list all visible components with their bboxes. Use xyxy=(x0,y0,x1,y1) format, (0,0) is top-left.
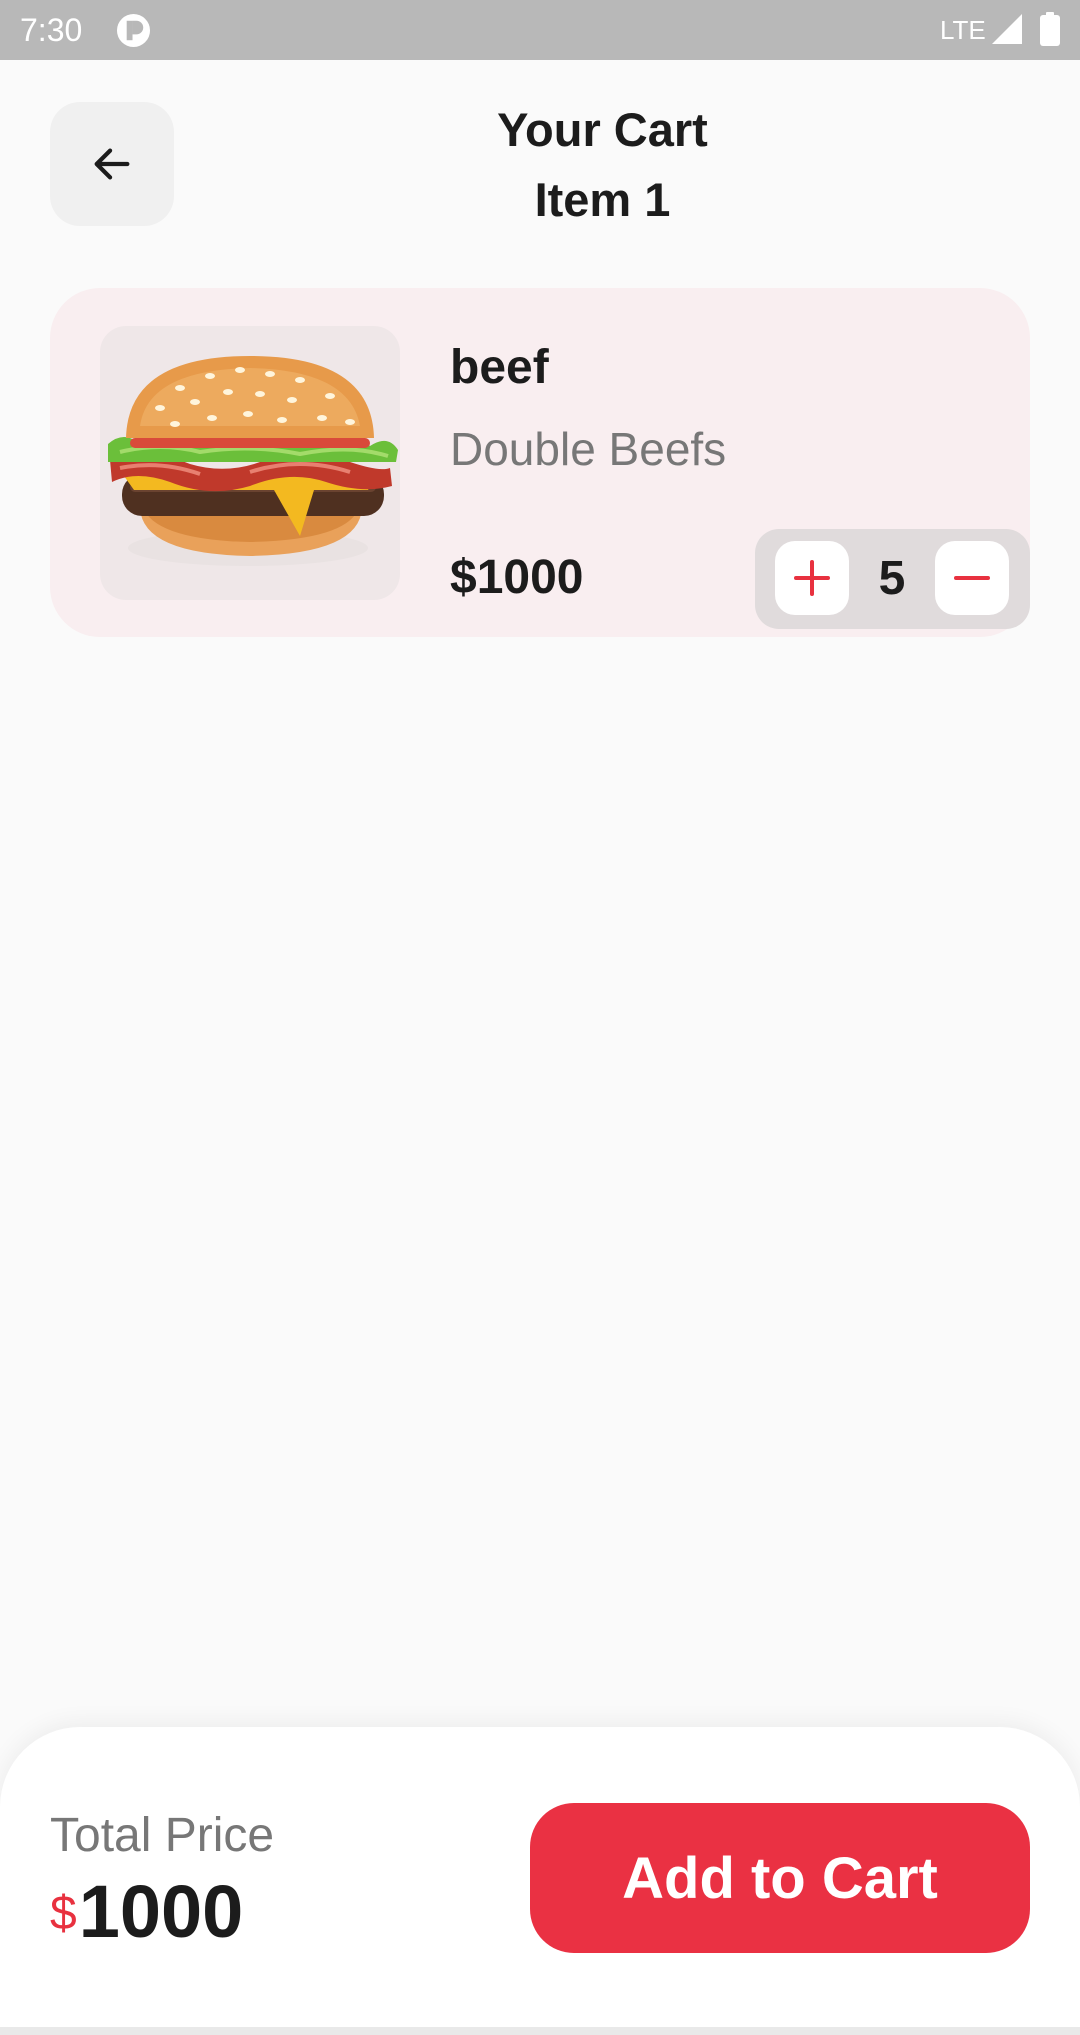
status-bar: 7:30 LTE xyxy=(0,0,1080,60)
battery-icon xyxy=(1040,12,1060,46)
status-time: 7:30 xyxy=(20,12,83,48)
total-amount: 1000 xyxy=(78,1870,244,1953)
bottom-divider xyxy=(0,2027,1080,2035)
signal-icon xyxy=(992,14,1022,44)
plus-icon xyxy=(794,560,830,596)
currency-symbol: $ xyxy=(50,1887,77,1940)
product-name: beef xyxy=(450,341,549,394)
checkout-panel: Total Price $1000 Add to Cart xyxy=(0,1727,1080,2027)
network-type: LTE xyxy=(940,15,986,45)
increase-quantity-button[interactable] xyxy=(775,541,849,615)
app-notification-icon xyxy=(116,13,151,48)
arrow-left-icon xyxy=(94,148,130,180)
page-title-main: Your Cart xyxy=(497,103,708,156)
product-image xyxy=(100,326,400,600)
back-button[interactable] xyxy=(50,102,174,226)
burger-image xyxy=(108,356,398,566)
add-to-cart-button[interactable]: Add to Cart xyxy=(530,1803,1030,1953)
decrease-quantity-button[interactable] xyxy=(935,541,1009,615)
total-price-value: $1000 xyxy=(50,1867,243,1957)
total-price-label: Total Price xyxy=(50,1809,275,1862)
cart-item-card: beef Double Beefs $1000 5 xyxy=(50,288,1030,637)
product-price: $1000 xyxy=(450,551,584,604)
page-title: Your Cart Item 1 xyxy=(400,95,805,235)
product-description: Double Beefs xyxy=(450,423,727,475)
page-title-subtitle: Item 1 xyxy=(534,173,671,226)
minus-icon xyxy=(954,576,990,580)
quantity-value: 5 xyxy=(878,552,906,605)
quantity-stepper: 5 xyxy=(755,529,1030,629)
